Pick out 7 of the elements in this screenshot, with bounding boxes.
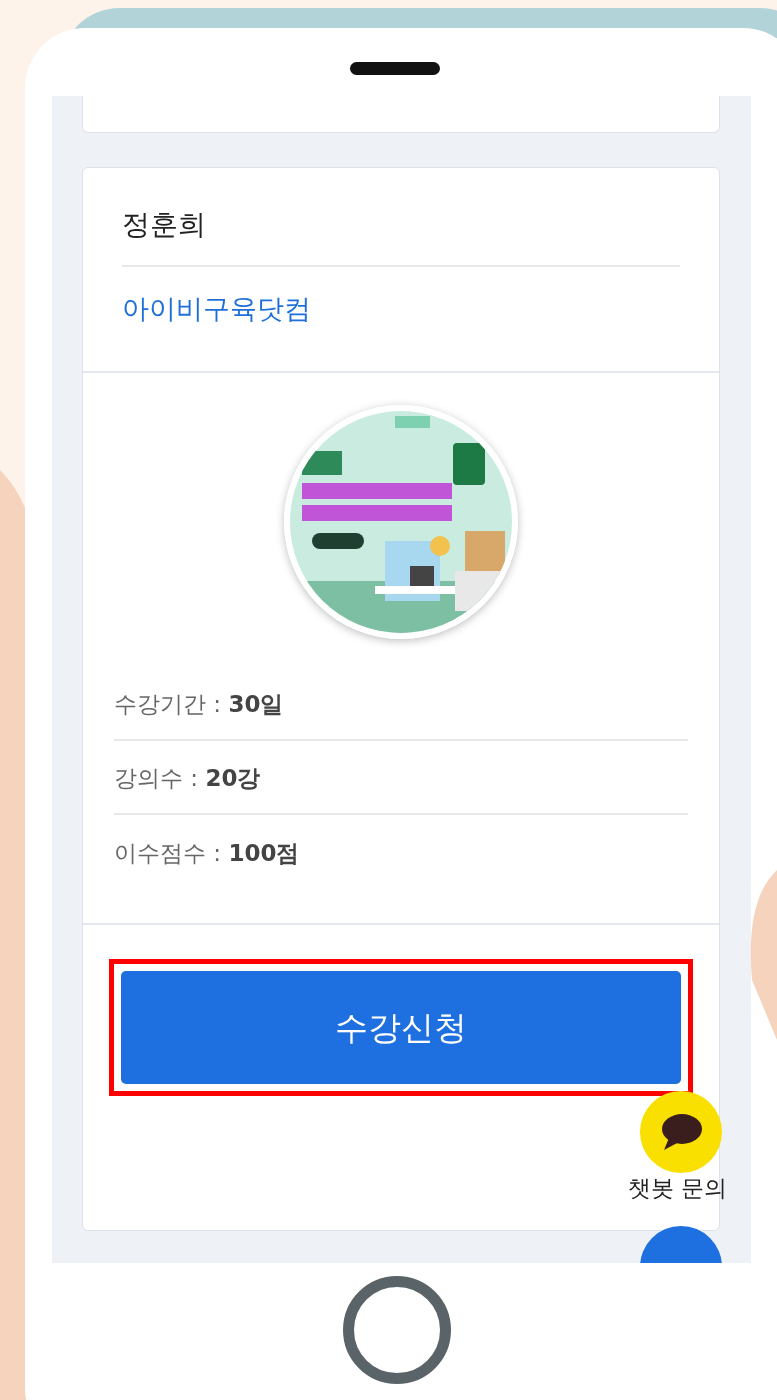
enroll-button[interactable]: 수강신청 <box>121 971 681 1084</box>
provider-link[interactable]: 아이비구육닷컴 <box>122 289 311 330</box>
course-detail: 수강기간 : 30일 <box>114 691 284 716</box>
course-detail: 강의수 : 20강 <box>114 765 261 790</box>
instructor-name: 정훈희 <box>122 206 680 267</box>
course-detail: 이수점수 : 100점 <box>114 840 300 865</box>
chatbot-label: 챗봇 문의 <box>628 1174 728 1203</box>
